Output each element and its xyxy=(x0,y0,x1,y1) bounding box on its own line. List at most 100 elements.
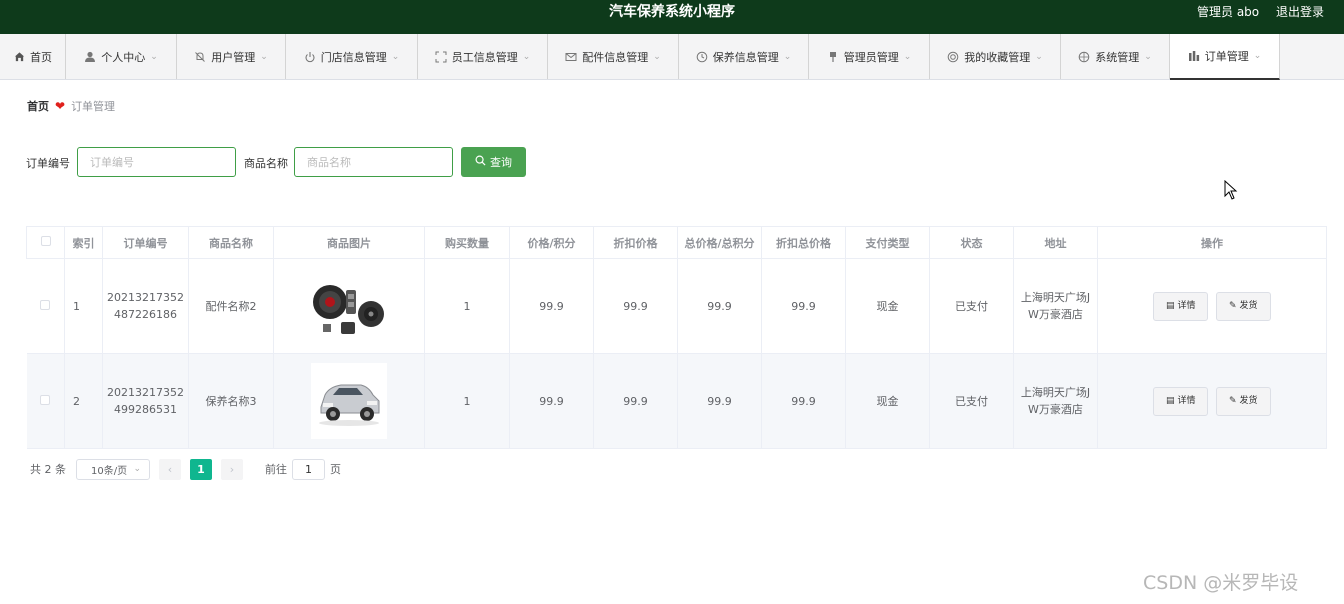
row-checkbox[interactable] xyxy=(26,353,65,449)
ship-button[interactable]: ✎ 发货 xyxy=(1215,291,1271,321)
breadcrumb-current: 订单管理 xyxy=(71,99,116,113)
page-size-value: 10条/页 xyxy=(91,465,128,477)
nav-item-parts[interactable]: 配件信息管理 ⌄ xyxy=(548,34,679,79)
column-header: 索引 xyxy=(64,226,103,259)
order-no-label: 订单编号 xyxy=(26,157,70,170)
chevron-down-icon: ⌄ xyxy=(783,51,792,62)
pagination: 共 2 条 10条/页 ⌄ ‹ 1 › 前往 1 页 xyxy=(30,458,341,480)
watermark: CSDN @米罗毕设 xyxy=(1143,572,1299,594)
nav-label: 员工信息管理 xyxy=(451,50,518,64)
chevron-down-icon: ⌄ xyxy=(391,51,400,62)
star-circle-icon xyxy=(947,51,959,63)
nav-item-stores[interactable]: 门店信息管理 ⌄ xyxy=(286,34,418,79)
cell-status: 已支付 xyxy=(929,258,1014,354)
column-header: 折扣价格 xyxy=(593,226,678,259)
address-line: 上海明天广场J xyxy=(1020,386,1091,399)
suv-car-image xyxy=(311,363,387,439)
nav-label: 保养信息管理 xyxy=(712,50,779,64)
product-name-input[interactable] xyxy=(294,147,453,177)
next-page-button[interactable]: › xyxy=(221,458,243,480)
speaker-parts-image xyxy=(309,272,389,340)
chevron-down-icon: ⌄ xyxy=(522,51,531,62)
cell-quantity: 1 xyxy=(424,353,510,449)
cell-product-image xyxy=(273,353,425,449)
query-button[interactable]: 查询 xyxy=(461,147,526,177)
ship-button[interactable]: ✎ 发货 xyxy=(1215,386,1271,416)
nav-item-orders[interactable]: 订单管理 ⌄ xyxy=(1170,34,1280,80)
chevron-down-icon: ⌄ xyxy=(260,51,268,62)
chevron-down-icon: ⌄ xyxy=(653,51,661,62)
cell-discount-total: 99.9 xyxy=(761,258,846,354)
query-button-label: 查询 xyxy=(490,156,512,169)
chart-icon xyxy=(1188,50,1200,62)
home-icon xyxy=(13,51,25,63)
cell-total-price: 99.9 xyxy=(677,353,762,449)
mouse-cursor-icon xyxy=(1224,180,1238,200)
column-header: 状态 xyxy=(929,226,1014,259)
edit-icon: ✎ xyxy=(1228,300,1237,311)
order-no-input[interactable] xyxy=(77,147,236,177)
main-nav: 首页 个人中心 ⌄ 用户管理 ⌄ 门店信息管理 ⌄ 员工信息管理 ⌄ 配件信息管… xyxy=(0,34,1344,80)
edit-icon: ✎ xyxy=(1228,395,1237,406)
detail-button-label: 详情 xyxy=(1177,395,1196,406)
admin-name: 管理员 abo xyxy=(1197,5,1260,19)
logout-link[interactable]: 退出登录 xyxy=(1276,0,1324,24)
clock-icon xyxy=(696,51,708,63)
fullscreen-icon xyxy=(435,51,447,63)
page-unit-label: 页 xyxy=(330,463,341,476)
page-size-select[interactable]: 10条/页 ⌄ xyxy=(76,458,150,480)
cell-order-no: 20213217352 487226186 xyxy=(102,258,189,354)
cell-pay-type: 现金 xyxy=(845,258,930,354)
user-icon xyxy=(84,51,96,63)
order-no-line: 20213217352 xyxy=(107,386,184,399)
bell-off-icon xyxy=(194,51,206,63)
goto-page-input[interactable]: 1 xyxy=(292,458,325,480)
ship-button-label: 发货 xyxy=(1239,395,1258,406)
nav-item-staff[interactable]: 员工信息管理 ⌄ xyxy=(418,34,548,79)
compass-icon xyxy=(1078,51,1090,63)
cell-index: 2 xyxy=(64,353,103,449)
cell-order-no: 20213217352 499286531 xyxy=(102,353,189,449)
column-header: 购买数量 xyxy=(424,226,510,259)
cell-price: 99.9 xyxy=(509,353,594,449)
nav-item-system[interactable]: 系统管理 ⌄ xyxy=(1061,34,1170,79)
cell-product-image xyxy=(273,258,425,354)
table-row: 2 20213217352 499286531 保养名称3 1 99.9 99.9… xyxy=(26,353,1327,449)
nav-item-favorites[interactable]: 我的收藏管理 ⌄ xyxy=(930,34,1061,79)
column-header: 订单编号 xyxy=(102,226,189,259)
nav-item-admins[interactable]: 管理员管理 ⌄ xyxy=(809,34,930,79)
address-line: 上海明天广场J xyxy=(1020,291,1091,304)
order-no-line: 487226186 xyxy=(114,308,177,321)
nav-item-maintenance[interactable]: 保养信息管理 ⌄ xyxy=(679,34,809,79)
goto-label: 前往 xyxy=(265,463,287,476)
document-icon: ▤ xyxy=(1165,395,1175,406)
power-icon xyxy=(304,51,316,63)
cell-actions: ▤ 详情 ✎ 发货 xyxy=(1097,258,1327,354)
cell-quantity: 1 xyxy=(424,258,510,354)
column-header: 商品图片 xyxy=(273,226,425,259)
message-icon xyxy=(565,51,577,63)
breadcrumb-home[interactable]: 首页 xyxy=(27,98,49,114)
chevron-down-icon: ⌄ xyxy=(1253,51,1262,61)
cell-total-price: 99.9 xyxy=(677,258,762,354)
page-number-current[interactable]: 1 xyxy=(190,458,212,480)
pin-icon xyxy=(827,51,839,63)
nav-item-home[interactable]: 首页 xyxy=(0,34,66,79)
column-header: 操作 xyxy=(1097,226,1327,259)
top-bar: 汽车保养系统小程序 管理员 abo 退出登录 xyxy=(0,0,1344,34)
prev-page-button[interactable]: ‹ xyxy=(159,458,181,480)
detail-button[interactable]: ▤ 详情 xyxy=(1153,291,1209,321)
nav-item-profile[interactable]: 个人中心 ⌄ xyxy=(66,34,177,79)
detail-button[interactable]: ▤ 详情 xyxy=(1153,386,1209,416)
column-header: 总价格/总积分 xyxy=(677,226,762,259)
row-checkbox[interactable] xyxy=(26,258,65,354)
nav-item-users[interactable]: 用户管理 ⌄ xyxy=(177,34,286,79)
chevron-down-icon: ⌄ xyxy=(133,464,141,474)
cell-status: 已支付 xyxy=(929,353,1014,449)
address-line: W万豪酒店 xyxy=(1028,403,1083,416)
select-all-checkbox[interactable] xyxy=(26,226,65,259)
table-header: 索引 订单编号 商品名称 商品图片 购买数量 价格/积分 折扣价格 总价格/总积… xyxy=(26,226,1327,259)
cell-pay-type: 现金 xyxy=(845,353,930,449)
nav-label: 用户管理 xyxy=(211,50,256,64)
app-title: 汽车保养系统小程序 xyxy=(609,4,735,20)
